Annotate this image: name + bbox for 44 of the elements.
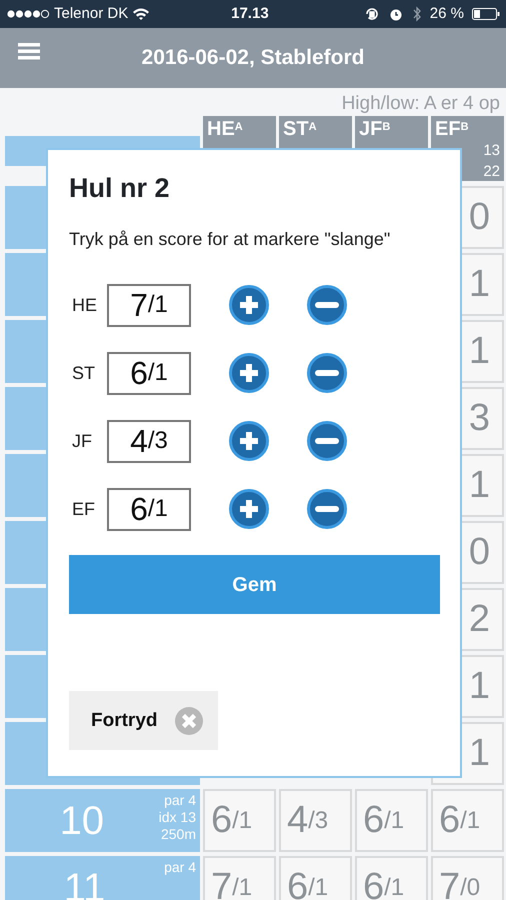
player-label: HE bbox=[71, 294, 98, 317]
player-label: EF bbox=[71, 498, 96, 521]
hole-info: idx 13 bbox=[158, 808, 196, 826]
minus-icon[interactable] bbox=[307, 353, 347, 394]
instruction-text: Tryk på en score for at markere "slange" bbox=[69, 228, 392, 252]
clock-time: 17.13 bbox=[230, 4, 270, 24]
score-field[interactable]: 6/1 bbox=[107, 352, 191, 395]
plus-icon[interactable] bbox=[229, 421, 269, 462]
handicap-note: High/low: A er 4 op bbox=[342, 93, 500, 114]
dialog-title: Hul nr 2 bbox=[69, 172, 171, 204]
battery-icon bbox=[472, 8, 500, 20]
page-title: 2016-06-02, Stableford bbox=[142, 45, 364, 71]
score-cell: 6/1 bbox=[355, 789, 428, 852]
player-label: ST bbox=[71, 362, 96, 385]
score-cell: 6/1 bbox=[203, 789, 276, 852]
score-field[interactable]: 6/1 bbox=[107, 488, 191, 531]
score-cell: 6/1 bbox=[279, 856, 352, 900]
score-cell: 7/1 bbox=[203, 856, 276, 900]
cancel-button[interactable]: Fortryd bbox=[69, 691, 218, 750]
score-cell: 6/1 bbox=[355, 856, 428, 900]
wifi-icon bbox=[132, 7, 150, 21]
hole-info: 250m bbox=[160, 826, 196, 842]
score-field[interactable]: 4/3 bbox=[107, 420, 191, 463]
plus-icon[interactable] bbox=[229, 489, 269, 530]
plus-icon[interactable] bbox=[229, 285, 269, 326]
score-field[interactable]: 7/1 bbox=[107, 284, 191, 327]
rotation-lock-icon bbox=[364, 6, 380, 22]
score-cell: 4/3 bbox=[279, 789, 352, 852]
player-label: JF bbox=[71, 430, 93, 453]
minus-icon[interactable] bbox=[307, 285, 347, 326]
hole-info: par 4 bbox=[164, 859, 196, 876]
minus-icon[interactable] bbox=[307, 421, 347, 462]
bluetooth-icon bbox=[412, 6, 422, 22]
carrier-name: Telenor DK bbox=[54, 4, 128, 24]
close-icon bbox=[174, 706, 204, 736]
signal-icon bbox=[6, 9, 50, 19]
hole-number: 10 bbox=[58, 798, 106, 844]
hole-info: par 4 bbox=[163, 792, 196, 809]
score-cell: 7/0 bbox=[431, 856, 504, 900]
menu-icon[interactable] bbox=[18, 42, 40, 60]
score-cell: 6/1 bbox=[431, 789, 504, 852]
minus-icon[interactable] bbox=[307, 489, 347, 530]
battery-percent: 26 % bbox=[430, 4, 464, 24]
plus-icon[interactable] bbox=[229, 353, 269, 394]
